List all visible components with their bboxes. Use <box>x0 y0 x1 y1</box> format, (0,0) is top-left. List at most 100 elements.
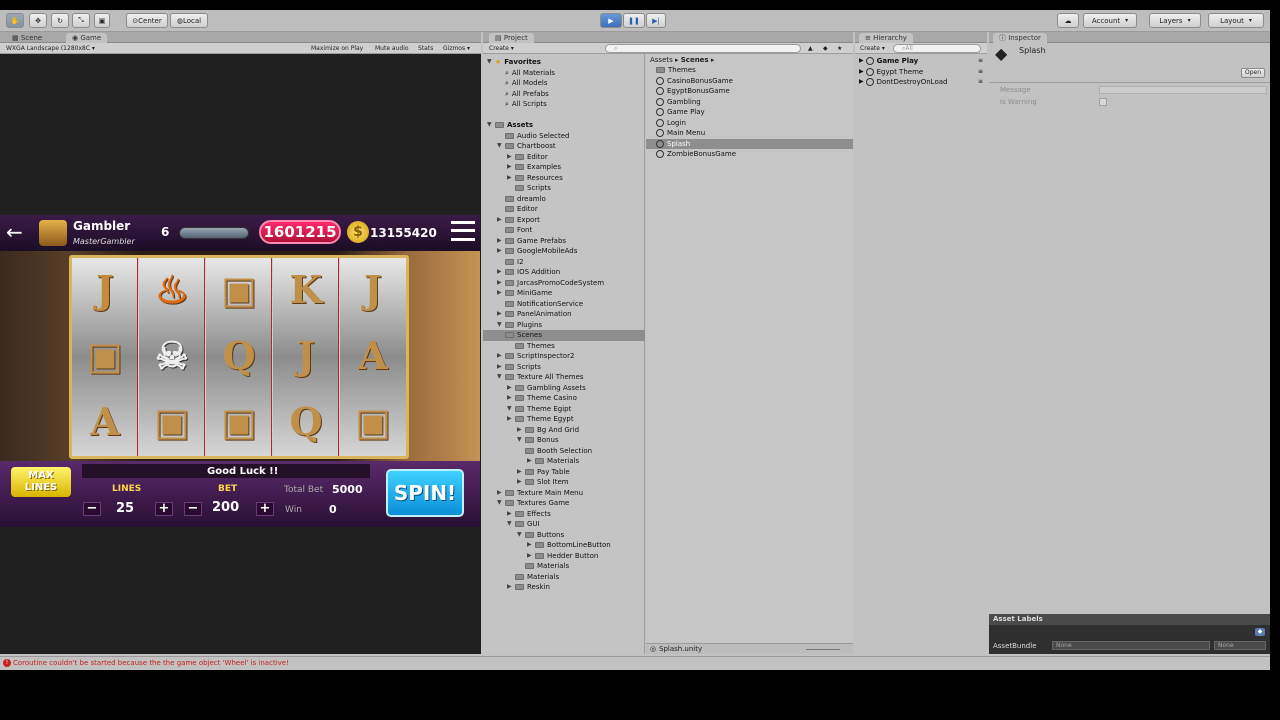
collapse-arrow-icon[interactable]: ▶ <box>507 414 512 425</box>
folder-item[interactable]: ▶ Gambling Assets <box>507 383 586 394</box>
folder-item[interactable]: Audio Selected <box>505 131 569 142</box>
hierarchy-search-input[interactable]: ⌕All <box>893 44 981 53</box>
hierarchy-create-dropdown[interactable]: Create ▾ <box>860 44 885 53</box>
folder-item[interactable]: ▼ Texture All Themes <box>497 372 584 383</box>
icon-size-slider[interactable] <box>806 649 840 650</box>
folder-item[interactable]: ▶ BottomLineButton <box>527 540 611 551</box>
folder-item[interactable]: ▶ Export <box>497 215 540 226</box>
scene-file-item[interactable]: EgyptBonusGame <box>656 86 730 97</box>
folder-item[interactable]: ▼ Bonus <box>517 435 559 446</box>
expand-arrow-icon[interactable]: ▼ <box>497 320 502 331</box>
project-create-dropdown[interactable]: Create ▾ <box>489 44 514 53</box>
folder-item[interactable]: ▼ Theme Egipt <box>507 404 571 415</box>
tab-hierarchy[interactable]: ≡ Hierarchy <box>859 33 913 43</box>
folder-item[interactable]: Font <box>505 225 532 236</box>
folder-item[interactable]: ▶ Slot Item <box>517 477 569 488</box>
collapse-arrow-icon[interactable]: ▶ <box>497 236 502 247</box>
expand-arrow-icon[interactable]: ▶ <box>859 77 864 88</box>
collapse-arrow-icon[interactable]: ▶ <box>497 351 502 362</box>
step-button[interactable]: ▶| <box>646 13 666 28</box>
folder-item[interactable]: ▼ Chartboost <box>497 141 556 152</box>
folder-item[interactable]: I2 <box>505 257 524 268</box>
favorites-item[interactable]: ⌕ All Scripts <box>505 99 547 110</box>
gizmos-dropdown[interactable]: Gizmos ▾ <box>443 44 470 53</box>
lines-increase-button[interactable]: + <box>155 502 173 516</box>
scene-file-item[interactable]: CasinoBonusGame <box>656 76 733 87</box>
expand-arrow-icon[interactable]: ▼ <box>507 519 512 530</box>
folder-item[interactable]: ▶ Resources <box>507 173 563 184</box>
context-menu-icon[interactable]: ≡ <box>978 77 983 88</box>
collapse-arrow-icon[interactable]: ▶ <box>507 173 512 184</box>
hierarchy-item[interactable]: ▶ Egypt Theme ≡ <box>859 67 985 78</box>
favorites-item[interactable]: ⌕ All Materials <box>505 68 555 79</box>
account-dropdown[interactable]: Account ▾ <box>1083 13 1137 28</box>
menu-icon[interactable] <box>451 221 475 241</box>
favorite-star-icon[interactable]: ★ <box>837 44 842 53</box>
collapse-arrow-icon[interactable]: ▶ <box>507 509 512 520</box>
folder-item[interactable]: ▶ Bg And Grid <box>517 425 579 436</box>
tab-game[interactable]: ◉ Game <box>66 33 108 43</box>
collapse-arrow-icon[interactable]: ▶ <box>507 393 512 404</box>
open-button[interactable]: Open <box>1241 68 1265 78</box>
expand-arrow-icon[interactable]: ▼ <box>497 498 502 509</box>
collapse-arrow-icon[interactable]: ▶ <box>497 246 502 257</box>
rotate-tool-icon[interactable]: ↻ <box>51 13 69 28</box>
collapse-arrow-icon[interactable]: ▶ <box>517 467 522 478</box>
expand-arrow-icon[interactable]: ▼ <box>497 141 502 152</box>
spin-button[interactable]: SPIN! <box>386 469 464 517</box>
collapse-arrow-icon[interactable]: ▶ <box>497 215 502 226</box>
tab-scene[interactable]: ▦ Scene <box>6 33 48 43</box>
folder-item[interactable]: ▶ Effects <box>507 509 551 520</box>
move-tool-icon[interactable]: ✥ <box>29 13 47 28</box>
hand-tool-icon[interactable]: ✋ <box>6 13 24 28</box>
scene-file-item[interactable]: Splash <box>656 139 690 150</box>
collapse-arrow-icon[interactable]: ▶ <box>497 362 502 373</box>
folder-item[interactable]: ▶ Examples <box>507 162 561 173</box>
project-search-input[interactable]: ⌕ <box>605 44 801 53</box>
assets-root[interactable]: ▼ Assets <box>487 120 533 131</box>
back-arrow-icon[interactable]: ← <box>6 221 23 243</box>
scale-tool-icon[interactable]: ⤡ <box>72 13 90 28</box>
breadcrumb-scenes[interactable]: Scenes <box>681 56 709 64</box>
folder-item[interactable]: ▶ IOS Addition <box>497 267 560 278</box>
folder-item[interactable]: ▼ Plugins <box>497 320 542 331</box>
folder-item[interactable]: Scripts <box>515 183 551 194</box>
folder-item[interactable]: ▶ Texture Main Menu <box>497 488 583 499</box>
expand-arrow-icon[interactable]: ▼ <box>487 120 492 131</box>
folder-item[interactable]: Materials <box>525 561 569 572</box>
scene-file-item[interactable]: Main Menu <box>656 128 705 139</box>
folder-item[interactable]: ▶ PanelAnimation <box>497 309 572 320</box>
scene-file-item[interactable]: Login <box>656 118 686 129</box>
bet-increase-button[interactable]: + <box>256 502 274 516</box>
context-menu-icon[interactable]: ≡ <box>978 67 983 78</box>
cloud-button[interactable]: ☁ <box>1057 13 1079 28</box>
mute-audio-toggle[interactable]: Mute audio <box>375 44 409 53</box>
expand-arrow-icon[interactable]: ▶ <box>859 56 864 67</box>
collapse-arrow-icon[interactable]: ▶ <box>527 540 532 551</box>
layout-dropdown[interactable]: Layout ▾ <box>1208 13 1264 28</box>
collapse-arrow-icon[interactable]: ▶ <box>517 477 522 488</box>
folder-item[interactable]: ▶ Reskin <box>507 582 550 593</box>
asset-bundle-dropdown[interactable]: None <box>1052 641 1210 650</box>
pivot-local-button[interactable]: ◍ Local <box>170 13 208 28</box>
asset-variant-dropdown[interactable]: None <box>1214 641 1266 650</box>
folder-item[interactable]: Booth Selection <box>525 446 592 457</box>
collapse-arrow-icon[interactable]: ▶ <box>497 309 502 320</box>
stats-toggle[interactable]: Stats <box>418 44 433 53</box>
folder-item[interactable]: Editor <box>505 204 538 215</box>
folder-item[interactable]: Themes <box>656 65 696 76</box>
folder-item[interactable]: ▶ Scripts <box>497 362 541 373</box>
folder-item[interactable]: ▶ ScriptInspector2 <box>497 351 574 362</box>
hierarchy-item[interactable]: ▶ DontDestroyOnLoad ≡ <box>859 77 985 88</box>
collapse-arrow-icon[interactable]: ▶ <box>507 152 512 163</box>
lines-decrease-button[interactable]: − <box>83 502 101 516</box>
folder-item[interactable]: Scenes <box>505 330 542 341</box>
hierarchy-item[interactable]: ▶ Game Play ≡ <box>859 56 985 67</box>
tab-inspector[interactable]: ⓘ Inspector <box>993 33 1047 43</box>
tab-project[interactable]: ▤ Project <box>489 33 534 43</box>
collapse-arrow-icon[interactable]: ▶ <box>507 582 512 593</box>
folder-item[interactable]: Themes <box>515 341 555 352</box>
folder-item[interactable]: ▶ JarcasPromoCodeSystem <box>497 278 604 289</box>
collapse-arrow-icon[interactable]: ▶ <box>507 383 512 394</box>
collapse-arrow-icon[interactable]: ▶ <box>497 278 502 289</box>
